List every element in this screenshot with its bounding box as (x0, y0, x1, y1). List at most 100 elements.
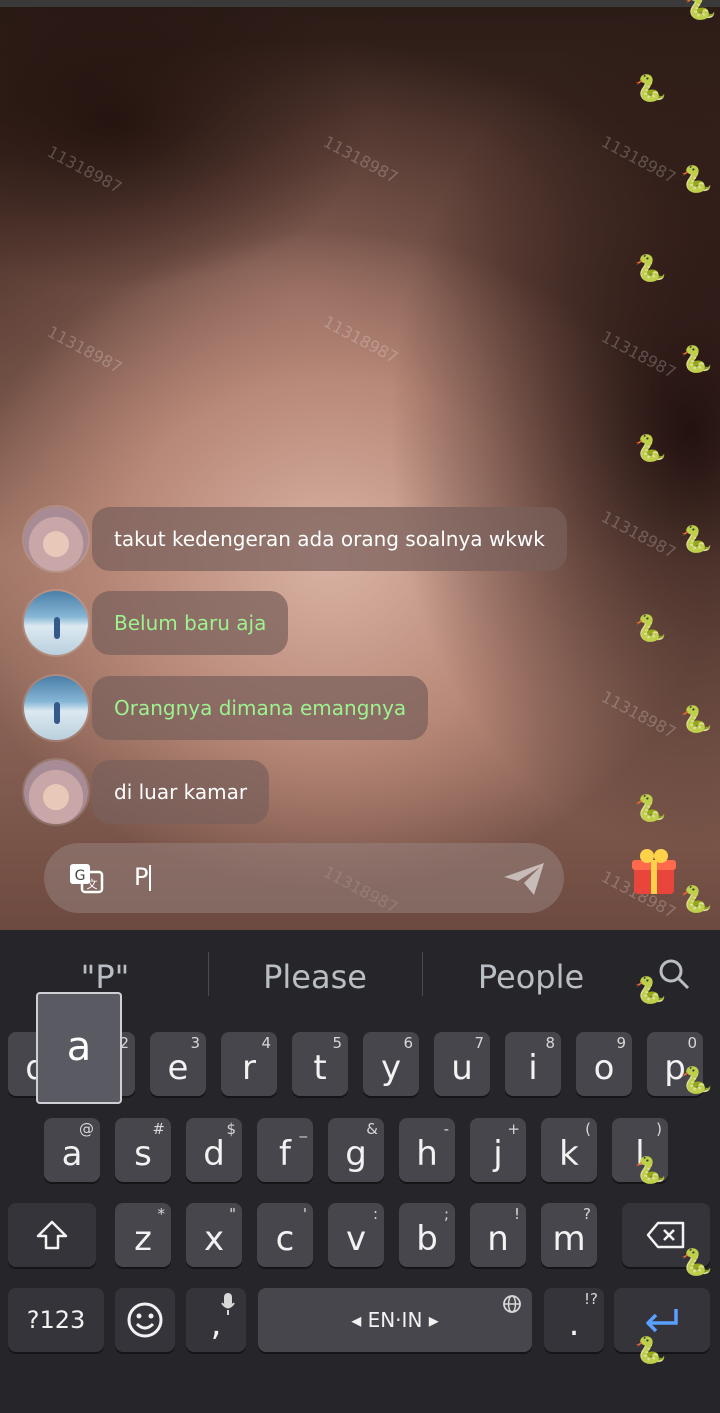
key-d[interactable]: $ d (186, 1118, 242, 1182)
key-label: o (593, 1048, 615, 1088)
watermark-id: 11318987 (44, 141, 126, 198)
key-preview-label: a (66, 1024, 92, 1070)
svg-text:G: G (75, 868, 86, 884)
key-label: a (61, 1134, 83, 1174)
watermark-id: 11318987 (598, 506, 680, 563)
key-g[interactable]: & g (328, 1118, 384, 1182)
comma-key[interactable]: , (186, 1288, 246, 1352)
message-bubble: Orangnya dimana emangnya (92, 676, 429, 740)
key-label: g (345, 1134, 367, 1174)
key-v[interactable]: :v (328, 1203, 384, 1267)
key-hint: # (152, 1120, 165, 1138)
key-hint: $ (226, 1120, 236, 1138)
key-hint: 0 (687, 1034, 697, 1052)
symbols-label: ?123 (26, 1306, 86, 1334)
key-hint: ) (656, 1120, 662, 1138)
shift-icon (36, 1220, 68, 1250)
key-hint: 9 (616, 1034, 626, 1052)
user-avatar[interactable] (24, 760, 88, 824)
key-e[interactable]: 3e (150, 1032, 206, 1096)
backspace-icon (646, 1221, 685, 1249)
key-hint: 7 (474, 1034, 484, 1052)
key-f[interactable]: _ f (257, 1118, 313, 1182)
key-hint: & (366, 1120, 378, 1138)
snake-sticker-icon: 🐍 (634, 254, 667, 284)
symbols-key[interactable]: ?123 (8, 1288, 104, 1352)
gift-box-icon[interactable] (630, 846, 678, 896)
emoji-key[interactable] (115, 1288, 175, 1352)
key-hint: : (372, 1205, 378, 1223)
key-hint: * (157, 1205, 166, 1223)
key-hint: ? (583, 1205, 591, 1223)
key-b[interactable]: ; b (399, 1203, 455, 1267)
microphone-icon (221, 1293, 235, 1315)
top-edge (0, 0, 720, 7)
svg-text:文: 文 (87, 877, 98, 891)
send-icon[interactable] (500, 859, 548, 899)
snake-sticker-icon: 🐍 (634, 976, 667, 1006)
key-label: z (134, 1219, 152, 1259)
suggestion-please[interactable]: Please (230, 958, 400, 996)
suggestion-literal[interactable]: "P" (40, 958, 170, 996)
key-label: k (559, 1134, 579, 1174)
period-key[interactable]: !?. (544, 1288, 604, 1352)
suggestion-divider (208, 952, 209, 996)
key-label: x (203, 1219, 225, 1259)
space-key[interactable]: ◂ EN·IN ▸ (258, 1288, 532, 1352)
key-label: i (528, 1048, 538, 1088)
message-input-bar[interactable]: G 文 P (44, 843, 564, 913)
key-label: m (552, 1219, 586, 1259)
message-input[interactable]: P (134, 863, 152, 891)
key-label: s (134, 1134, 152, 1174)
key-k[interactable]: (k (541, 1118, 597, 1182)
key-hint: ' (302, 1205, 307, 1223)
key-preview-popup: a (36, 992, 122, 1104)
key-r[interactable]: 4r (221, 1032, 277, 1096)
snake-sticker-icon: 🐍 (634, 1156, 667, 1186)
live-video-feed: 11318987 11318987 11318987 11318987 1131… (0, 0, 720, 930)
key-hint: _ (299, 1120, 308, 1138)
key-hint: ( (585, 1120, 591, 1138)
key-label: r (242, 1048, 256, 1088)
period-label: . (568, 1304, 580, 1344)
key-z[interactable]: * z (115, 1203, 171, 1267)
user-avatar[interactable] (24, 591, 88, 655)
key-h[interactable]: -h (399, 1118, 455, 1182)
key-a[interactable]: @ a (44, 1118, 100, 1182)
watermark-id: 11318987 (598, 131, 680, 188)
user-avatar[interactable] (24, 676, 88, 740)
emoji-icon (127, 1302, 163, 1338)
key-hint: 5 (332, 1034, 342, 1052)
watermark-id: 11318987 (44, 321, 126, 378)
key-u[interactable]: 7u (434, 1032, 490, 1096)
snake-sticker-icon: 🐍 (634, 74, 667, 104)
user-avatar[interactable] (24, 507, 88, 571)
typed-text: P (134, 863, 149, 891)
chat-message: Belum baru aja (24, 591, 289, 655)
key-hint: - (443, 1120, 449, 1138)
key-o[interactable]: 9o (576, 1032, 632, 1096)
key-i[interactable]: 8i (505, 1032, 561, 1096)
watermark-id: 11318987 (320, 311, 402, 368)
key-n[interactable]: ! n (470, 1203, 526, 1267)
key-c[interactable]: ' c (257, 1203, 313, 1267)
key-t[interactable]: 5t (292, 1032, 348, 1096)
watermark-id: 11318987 (598, 326, 680, 383)
suggestion-people[interactable]: People (446, 958, 616, 996)
chat-message: Orangnya dimana emangnya (24, 676, 429, 740)
snake-sticker-icon: 🐍 (634, 1336, 667, 1366)
key-hint: @ (79, 1120, 94, 1138)
key-y[interactable]: 6y (363, 1032, 419, 1096)
key-label: d (203, 1134, 225, 1174)
snake-sticker-icon: 🐍 (680, 525, 713, 555)
translate-icon[interactable]: G 文 (68, 860, 104, 896)
shift-key[interactable] (8, 1203, 96, 1267)
key-s[interactable]: # s (115, 1118, 171, 1182)
key-x[interactable]: " x (186, 1203, 242, 1267)
suggestion-divider (422, 952, 423, 996)
watermark-id: 11318987 (598, 686, 680, 743)
key-j[interactable]: + j (470, 1118, 526, 1182)
key-hint: 6 (403, 1034, 413, 1052)
text-caret (149, 865, 152, 891)
key-m[interactable]: ? m (541, 1203, 597, 1267)
